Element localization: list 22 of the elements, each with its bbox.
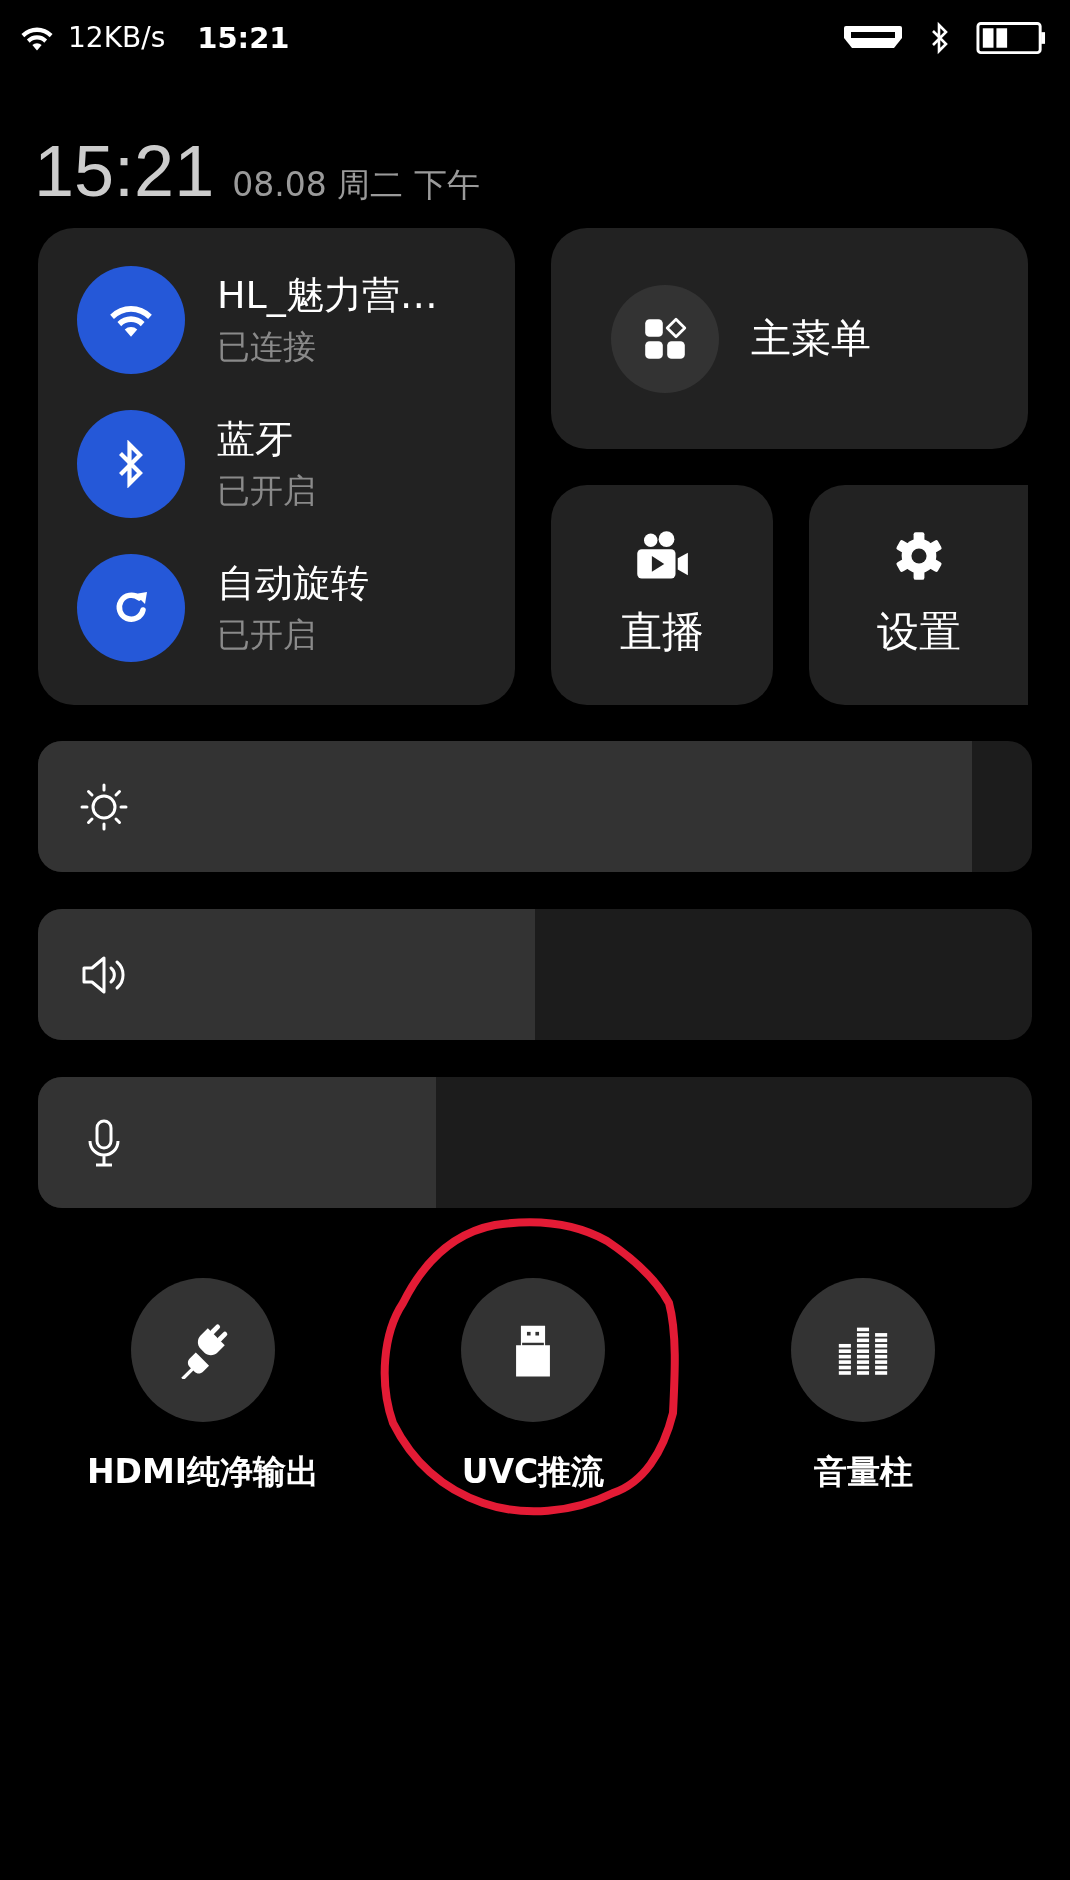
shortcut-label: UVC推流: [461, 1451, 605, 1493]
status-time: 15:21: [197, 20, 290, 55]
network-speed: 12KB/s: [68, 21, 166, 54]
clock-date: 08.08 周二 下午: [232, 164, 480, 206]
battery-icon: [976, 20, 1046, 55]
toggle-title: 蓝牙: [217, 416, 294, 463]
toggle-status: 已开启: [217, 614, 317, 656]
settings-tile[interactable]: 设置: [809, 485, 1028, 705]
brightness-slider[interactable]: [38, 741, 1032, 872]
clock-time: 15:21: [34, 135, 215, 207]
volume-slider[interactable]: [38, 909, 1032, 1040]
toggle-status: 已开启: [217, 470, 316, 512]
live-tile[interactable]: 直播: [551, 485, 773, 705]
toggle-title: 自动旋转: [217, 560, 369, 607]
mic-slider[interactable]: [38, 1077, 1032, 1208]
shortcut-label: 音量柱: [813, 1451, 913, 1493]
toggle-title: HL_魅力营…: [217, 272, 438, 319]
main-menu-tile[interactable]: 主菜单: [551, 228, 1028, 449]
toggle-status: 已连接: [217, 326, 317, 368]
shortcut-label: HDMI纯净输出: [86, 1451, 320, 1493]
brightness-icon: [80, 782, 128, 831]
video-camera-icon: [635, 530, 689, 582]
